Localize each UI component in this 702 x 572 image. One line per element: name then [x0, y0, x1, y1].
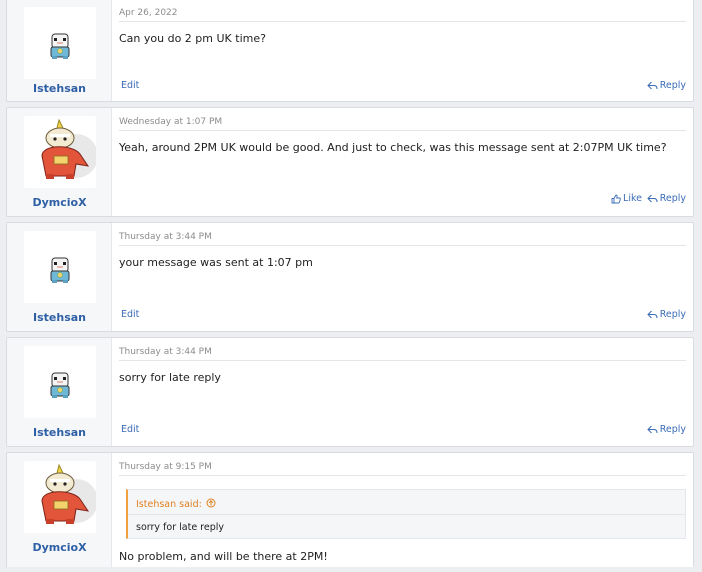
post-date[interactable]: Thursday at 3:44 PM	[119, 232, 212, 242]
post-message: No problem, and will be there at 2PM!	[119, 550, 328, 563]
avatar[interactable]	[24, 7, 96, 79]
quote-author-link[interactable]: Istehsan said:	[136, 498, 216, 511]
reply-label: Reply	[659, 424, 686, 435]
post-date[interactable]: Wednesday at 1:07 PM	[119, 117, 222, 127]
quote-divider	[128, 514, 685, 515]
reply-label: Reply	[659, 80, 686, 91]
username[interactable]: Istehsan	[7, 311, 112, 324]
reply-arrow-icon	[646, 194, 658, 203]
post-date[interactable]: Thursday at 9:15 PM	[119, 462, 212, 472]
reply-arrow-icon	[646, 310, 658, 319]
oshawott-avatar-icon	[50, 257, 70, 283]
reply-button[interactable]: Reply	[646, 193, 686, 204]
post-message: your message was sent at 1:07 pm	[119, 256, 313, 269]
edit-button[interactable]: Edit	[121, 80, 139, 91]
edit-button[interactable]: Edit	[121, 309, 139, 320]
thumbs-up-icon	[611, 194, 621, 204]
message-post: Istehsan Thursday at 3:44 PM your messag…	[6, 222, 694, 332]
avatar[interactable]	[24, 116, 96, 188]
edit-label: Edit	[121, 80, 140, 91]
circle-arrow-up-icon	[206, 498, 216, 511]
post-date[interactable]: Apr 26, 2022	[119, 8, 178, 18]
post-user-panel: Istehsan	[7, 338, 112, 446]
username[interactable]: DymcioX	[7, 541, 112, 554]
post-main: Wednesday at 1:07 PM Yeah, around 2PM UK…	[119, 108, 686, 216]
reply-label: Reply	[659, 309, 686, 320]
edit-button[interactable]: Edit	[121, 424, 139, 435]
oshawott-avatar-icon	[50, 33, 70, 59]
post-main: Thursday at 3:44 PM your message was sen…	[119, 223, 686, 331]
quote-author: Istehsan said:	[136, 499, 202, 510]
avatar[interactable]	[24, 346, 96, 418]
message-post: DymcioX Wednesday at 1:07 PM Yeah, aroun…	[6, 107, 694, 217]
post-user-panel: Istehsan	[7, 0, 112, 101]
post-message: sorry for late reply	[119, 371, 221, 384]
like-label: Like	[623, 193, 642, 204]
post-header-divider	[119, 21, 686, 22]
oshawott-avatar-icon	[50, 372, 70, 398]
fuecoco-avatar-icon	[41, 118, 96, 179]
message-post: DymcioX Thursday at 9:15 PM Istehsan sai…	[6, 452, 694, 572]
avatar[interactable]	[24, 231, 96, 303]
post-message: Can you do 2 pm UK time?	[119, 32, 266, 45]
post-main: Apr 26, 2022 Can you do 2 pm UK time? Ed…	[119, 0, 686, 101]
reply-label: Reply	[659, 193, 686, 204]
avatar[interactable]	[24, 461, 96, 533]
edit-label: Edit	[121, 309, 140, 320]
reply-button[interactable]: Reply	[646, 424, 686, 435]
post-main: Thursday at 9:15 PM Istehsan said: sorry…	[119, 453, 686, 572]
like-button[interactable]: Like	[611, 193, 642, 204]
post-main: Thursday at 3:44 PM sorry for late reply…	[119, 338, 686, 446]
post-user-panel: DymcioX	[7, 108, 112, 216]
post-header-divider	[119, 360, 686, 361]
reply-arrow-icon	[646, 425, 658, 434]
post-header-divider	[119, 245, 686, 246]
reply-arrow-icon	[646, 81, 658, 90]
post-header-divider	[119, 130, 686, 131]
edit-label: Edit	[121, 424, 140, 435]
post-header-divider	[119, 475, 686, 476]
post-user-panel: Istehsan	[7, 223, 112, 331]
quote-text: sorry for late reply	[136, 522, 225, 533]
page-bottom-edge	[0, 567, 702, 572]
username[interactable]: Istehsan	[7, 82, 112, 95]
message-post: Istehsan Apr 26, 2022 Can you do 2 pm UK…	[6, 0, 694, 102]
post-user-panel: DymcioX	[7, 453, 112, 572]
post-message: Yeah, around 2PM UK would be good. And j…	[119, 141, 667, 154]
quote-block: Istehsan said: sorry for late reply	[126, 489, 686, 539]
fuecoco-avatar-icon	[41, 463, 96, 524]
message-post: Istehsan Thursday at 3:44 PM sorry for l…	[6, 337, 694, 447]
username[interactable]: DymcioX	[7, 196, 112, 209]
reply-button[interactable]: Reply	[646, 80, 686, 91]
username[interactable]: Istehsan	[7, 426, 112, 439]
post-date[interactable]: Thursday at 3:44 PM	[119, 347, 212, 357]
reply-button[interactable]: Reply	[646, 309, 686, 320]
